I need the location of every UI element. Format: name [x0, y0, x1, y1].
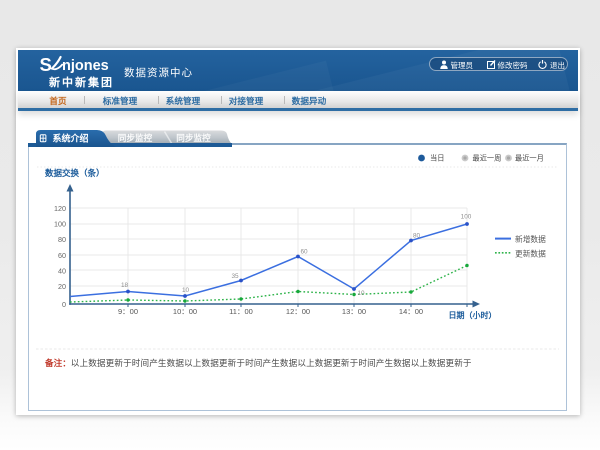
- svg-text:11：00: 11：00: [229, 307, 253, 316]
- svg-text:10: 10: [357, 290, 365, 297]
- svg-text:80: 80: [413, 233, 421, 240]
- svg-text:同步监控: 同步监控: [118, 132, 153, 143]
- svg-text:100: 100: [461, 214, 472, 221]
- svg-text:60: 60: [300, 249, 308, 256]
- svg-text:系统介绍: 系统介绍: [52, 133, 88, 144]
- svg-text:35: 35: [231, 273, 239, 280]
- svg-text:最近一月: 最近一月: [515, 154, 544, 163]
- svg-text:备注：以上数据更新于时间产生数据以上数据更新于时间产生数据以: 备注：以上数据更新于时间产生数据以上数据更新于时间产生数据以上数据更新于时间产生…: [44, 357, 472, 368]
- svg-text:20: 20: [58, 282, 66, 291]
- svg-text:新增数据: 新增数据: [515, 234, 546, 244]
- svg-text:9：00: 9：00: [118, 307, 138, 316]
- svg-text:80: 80: [58, 235, 66, 244]
- svg-text:100: 100: [54, 220, 66, 229]
- svg-text:40: 40: [58, 267, 66, 276]
- svg-text:10：00: 10：00: [173, 307, 197, 316]
- svg-text:数据交换（条）: 数据交换（条）: [45, 168, 105, 178]
- svg-text:12：00: 12：00: [286, 307, 310, 316]
- svg-text:当日: 当日: [430, 154, 444, 163]
- svg-text:0: 0: [62, 300, 66, 309]
- svg-text:10: 10: [182, 287, 190, 294]
- svg-text:120: 120: [54, 204, 66, 213]
- svg-text:18: 18: [121, 282, 129, 289]
- svg-text:60: 60: [58, 251, 66, 260]
- svg-text:日期（小时）: 日期（小时）: [449, 310, 497, 320]
- svg-text:13：00: 13：00: [342, 307, 366, 316]
- svg-text:同步监控: 同步监控: [176, 132, 211, 143]
- svg-text:更新数据: 更新数据: [515, 249, 546, 259]
- svg-text:最近一周: 最近一周: [473, 154, 502, 163]
- svg-text:14：00: 14：00: [399, 307, 423, 316]
